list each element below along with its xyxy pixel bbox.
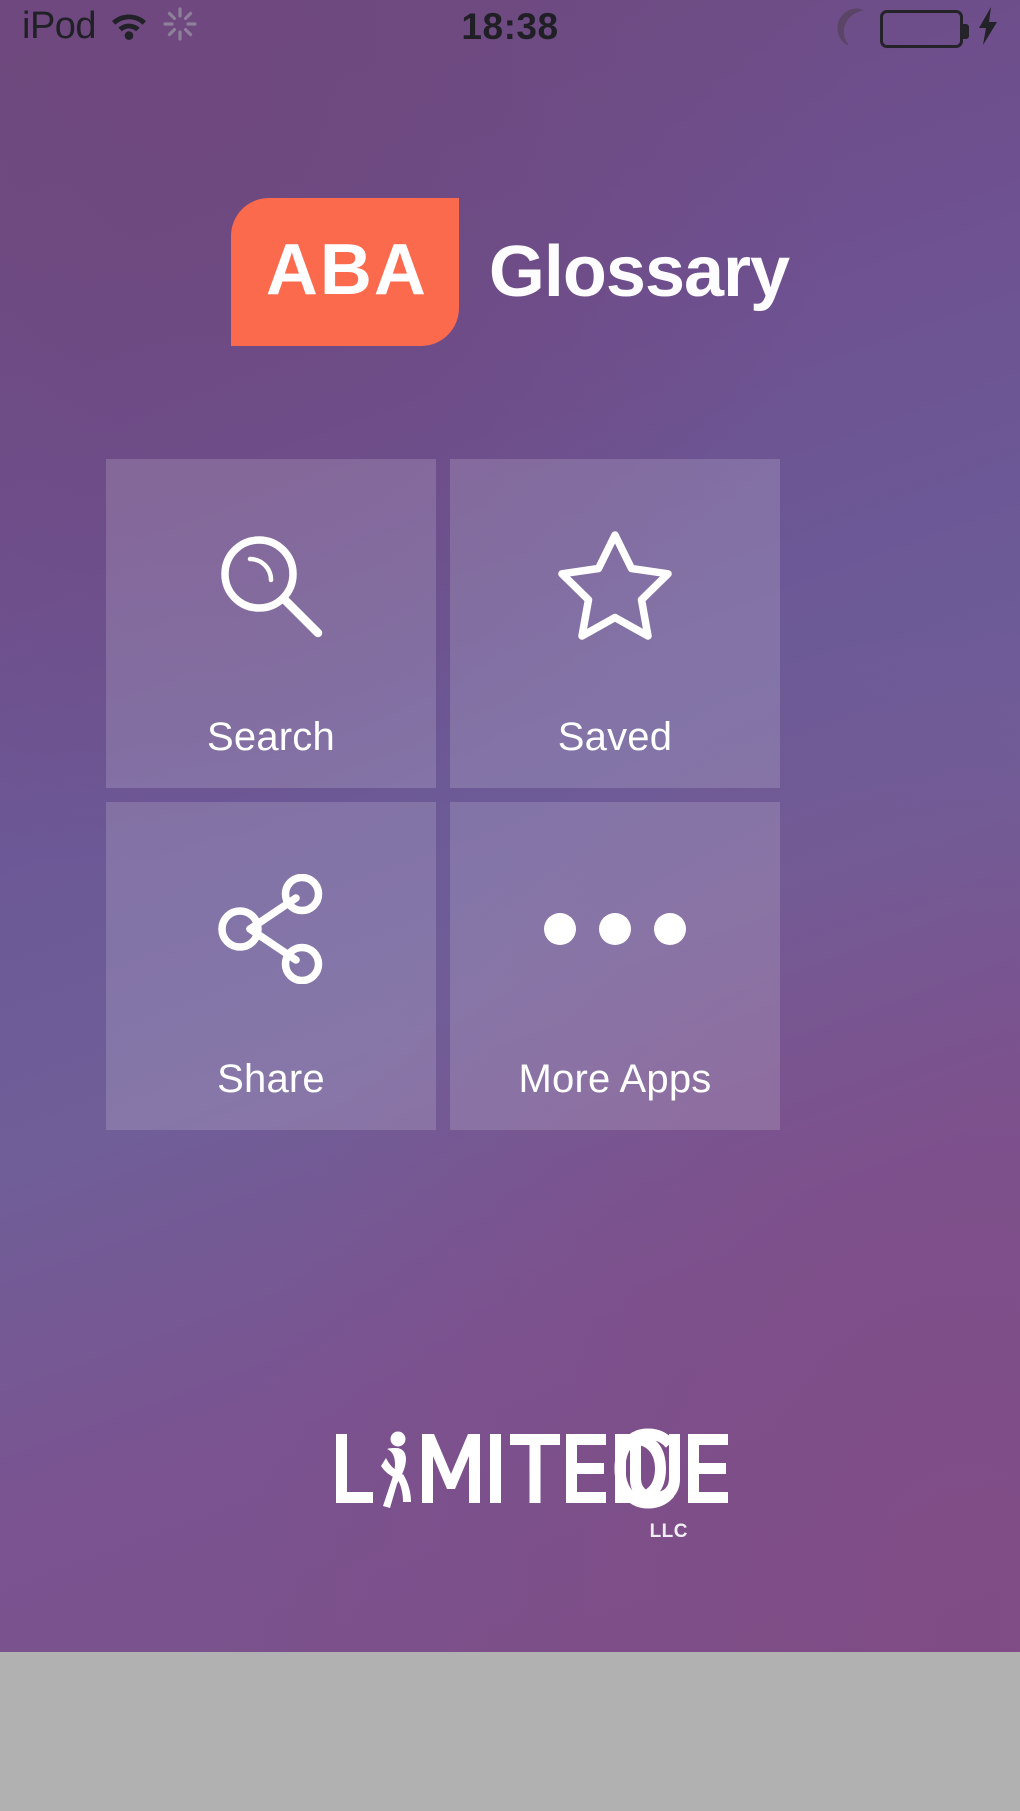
company-suffix: LLC: [649, 1521, 688, 1542]
app-wordmark: Glossary: [488, 232, 790, 312]
ellipsis-icon: [450, 802, 780, 1057]
tile-saved[interactable]: Saved: [450, 459, 780, 788]
ellipsis-dot: [599, 912, 631, 945]
company-logo: LLC: [0, 1428, 1020, 1542]
charging-bolt-icon: [976, 6, 1000, 51]
app-screen: iPod 18:38 ABA Glossary Search Saved Sha…: [0, 0, 1020, 1652]
magnifier-icon: [106, 459, 436, 714]
battery-icon: [880, 9, 969, 48]
aba-badge-text: ABA: [265, 230, 428, 310]
ellipsis-dot: [544, 912, 576, 945]
app-logo: ABA Glossary: [0, 198, 1020, 346]
limitedcue-figure-logo: LLC: [334, 1428, 728, 1542]
tile-share[interactable]: Share: [106, 801, 436, 1130]
tile-label: Share: [217, 1057, 325, 1101]
status-bar-right: [833, 6, 1000, 51]
status-bar: iPod 18:38: [0, 0, 1020, 58]
tile-search[interactable]: Search: [106, 459, 436, 788]
share-nodes-icon: [106, 802, 436, 1057]
tile-more-apps[interactable]: More Apps: [450, 801, 780, 1130]
aba-badge: ABA: [230, 198, 459, 346]
below-screen-area: [0, 1652, 1020, 1811]
moon-do-not-disturb-icon: [833, 7, 867, 50]
tile-label: Search: [207, 714, 335, 759]
tile-label: More Apps: [518, 1057, 712, 1101]
ellipsis-dot: [654, 912, 686, 945]
tile-label: Saved: [557, 714, 673, 759]
star-outline-icon: [450, 459, 780, 714]
main-menu-grid: Search Saved Share More Apps: [106, 459, 780, 1130]
limitedcue-wordmark-graphic-tail: [630, 1434, 728, 1504]
